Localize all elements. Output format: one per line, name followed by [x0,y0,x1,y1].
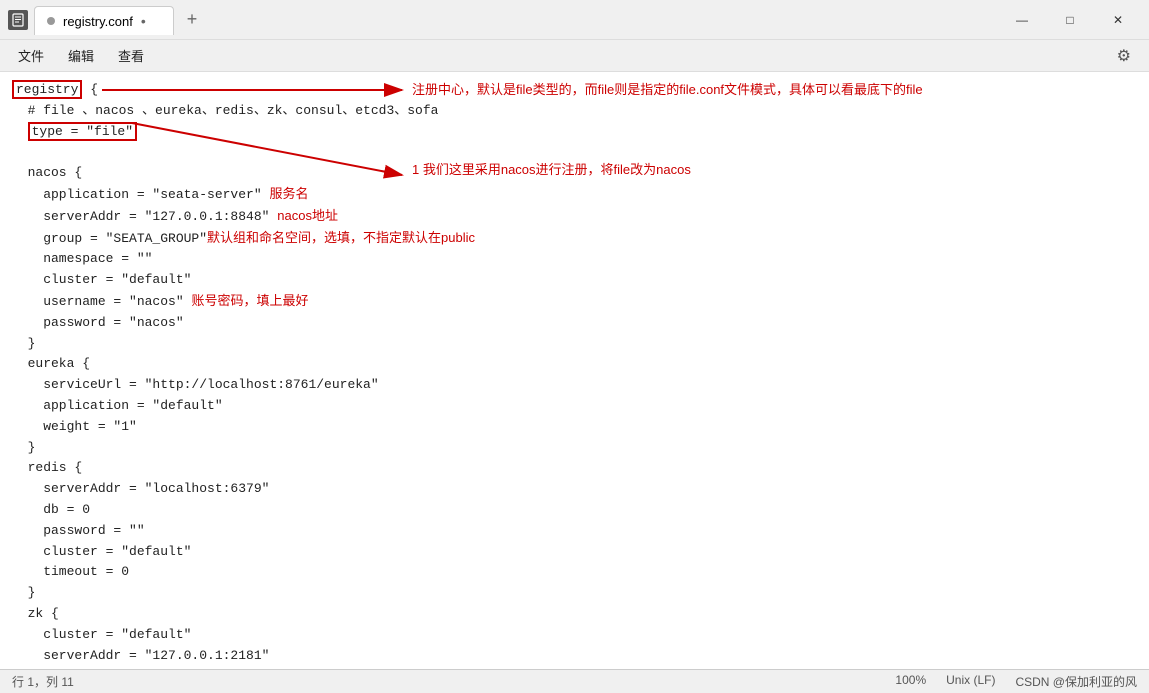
code-line-username-nacos: username = "nacos" 账号密码，填上最好 [12,291,1137,313]
code-line-zk-cluster: cluster = "default" [12,625,1137,646]
new-tab-button[interactable]: + [178,6,206,34]
code-line-timeout: timeout = 0 [12,562,1137,583]
code-line-serveraddr: serverAddr = "127.0.0.1:8848" nacos地址 [12,206,1137,228]
status-bar: 行 1，列 11 100% Unix (LF) CSDN @保加利亚的风 [0,669,1149,693]
code-line-redis-end: } [12,583,1137,604]
app-icon [8,10,28,30]
code-line-db: db = 0 [12,500,1137,521]
menu-file[interactable]: 文件 [8,42,54,69]
code-line-redis-cluster: cluster = "default" [12,542,1137,563]
line-ending: Unix (LF) [946,673,995,690]
code-line-session-timeout: sessionTimeout = 6000 [12,666,1137,669]
code-content: registry { # file 、nacos 、eureka、redis、z… [12,80,1137,669]
code-line-serviceurl: serviceUrl = "http://localhost:8761/eure… [12,375,1137,396]
code-line-app: application = "seata-server" 服务名 [12,184,1137,206]
code-editor[interactable]: registry { # file 、nacos 、eureka、redis、z… [0,72,1149,669]
minimize-button[interactable]: — [999,5,1045,35]
status-right: 100% Unix (LF) CSDN @保加利亚的风 [895,673,1137,690]
code-line-eureka-end: } [12,438,1137,459]
main-content: registry { # file 、nacos 、eureka、redis、z… [0,72,1149,669]
tab-label: registry.conf [63,14,133,29]
code-line-redis-pw: password = "" [12,521,1137,542]
code-line-group: group = "SEATA_GROUP"默认组和命名空间，选填，不指定默认在p… [12,228,1137,250]
code-line-2: # file 、nacos 、eureka、redis、zk、consul、et… [12,101,1137,122]
code-line-cluster-nacos: cluster = "default" [12,270,1137,291]
code-line-namespace: namespace = "" [12,249,1137,270]
close-button[interactable]: ✕ [1095,5,1141,35]
branding: CSDN @保加利亚的风 [1015,673,1137,690]
highlight-registry: registry [12,80,82,99]
menu-view[interactable]: 查看 [108,42,154,69]
window-controls: — □ ✕ [999,5,1141,35]
code-line-weight: weight = "1" [12,417,1137,438]
code-line-zk: zk { [12,604,1137,625]
code-line-redis: redis { [12,458,1137,479]
tab-dot [47,17,55,25]
file-tab[interactable]: registry.conf • [34,6,174,35]
tab-close-button[interactable]: • [141,13,146,29]
code-line-redis-addr: serverAddr = "localhost:6379" [12,479,1137,500]
zoom-level: 100% [895,673,926,690]
title-bar: registry.conf • + — □ ✕ [0,0,1149,40]
menu-bar: 文件 编辑 查看 ⚙ [0,40,1149,72]
code-line-password-nacos: password = "nacos" [12,313,1137,334]
cursor-position: 行 1，列 11 [12,673,74,690]
menu-edit[interactable]: 编辑 [58,42,104,69]
code-line-eureka: eureka { [12,354,1137,375]
settings-icon[interactable]: ⚙ [1107,42,1141,70]
annotation-1: 注册中心，默认是file类型的，而file则是指定的file.conf文件模式，… [412,80,1112,100]
maximize-button[interactable]: □ [1047,5,1093,35]
code-line-3: type = "file" [12,122,1137,143]
editor-inner: registry { # file 、nacos 、eureka、redis、z… [12,80,1137,669]
code-line-nacos-end: } [12,334,1137,355]
highlight-type: type = "file" [28,122,137,141]
code-line-app-eureka: application = "default" [12,396,1137,417]
code-line-zk-addr: serverAddr = "127.0.0.1:2181" [12,646,1137,667]
annotation-2: 1 我们这里采用nacos进行注册，将file改为nacos [412,160,912,180]
